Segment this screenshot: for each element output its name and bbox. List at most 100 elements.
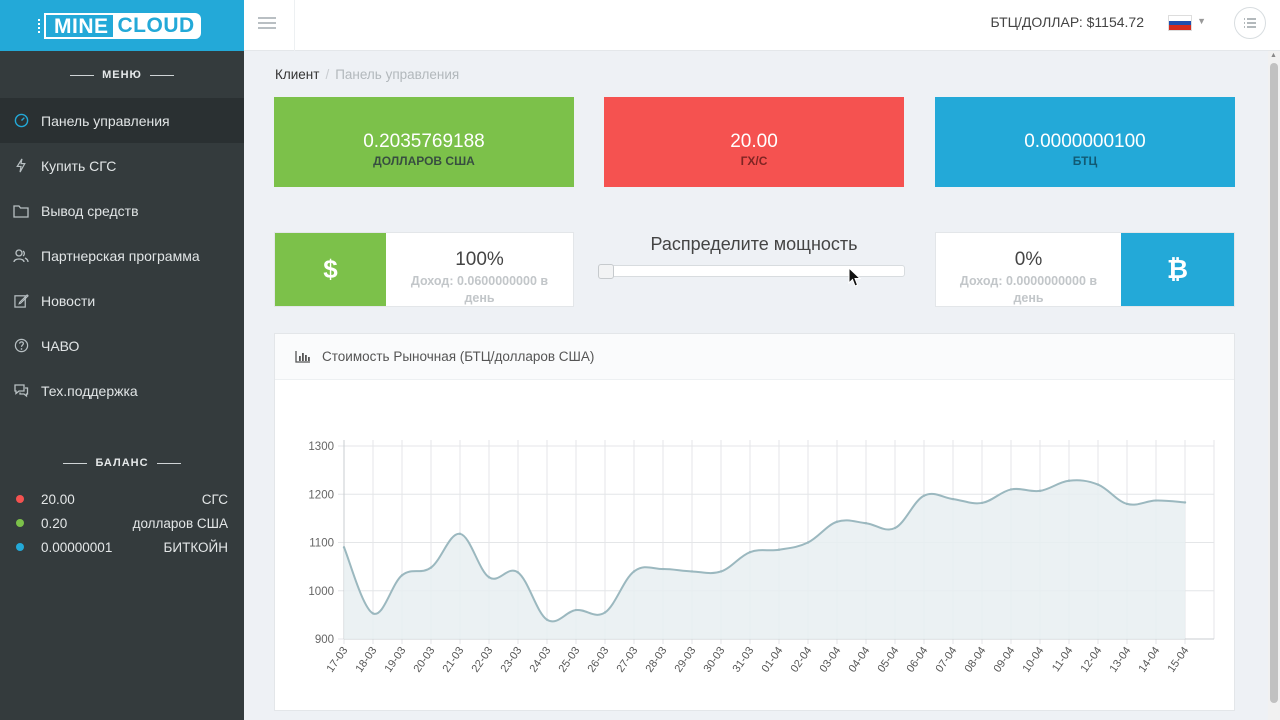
- slider-handle[interactable]: [598, 264, 614, 279]
- x-tick-label: 12-04: [1078, 645, 1104, 675]
- list-icon: [1244, 18, 1256, 28]
- usd-balance-tile: 0.2035769188 ДОЛЛАРОВ США: [274, 97, 574, 187]
- hashrate-value: 20.00: [730, 131, 778, 152]
- status-dot: [16, 543, 24, 551]
- data-point: [1009, 488, 1013, 491]
- chat-icon: [13, 383, 29, 399]
- scrollbar-thumb[interactable]: [1270, 63, 1278, 703]
- data-point: [922, 494, 926, 497]
- distribute-power-title: Распределите мощность: [650, 234, 858, 254]
- chevron-down-icon[interactable]: ▼: [1197, 16, 1206, 26]
- x-tick-label: 06-04: [904, 645, 930, 675]
- data-point: [951, 497, 955, 501]
- price-area: [344, 480, 1185, 639]
- btc-balance-tile: 0.0000000100 БТЦ: [935, 97, 1235, 187]
- x-tick-label: 17-03: [324, 645, 350, 675]
- sidebar-item-label: Панель управления: [41, 112, 170, 129]
- data-point: [487, 576, 491, 579]
- x-tick-label: 22-03: [469, 645, 495, 675]
- sidebar-menu: Панель управления Купить СГС Вывод средс…: [0, 98, 244, 413]
- x-tick-label: 26-03: [585, 645, 611, 675]
- usd-allocation-card: $ 100% Доход: 0.0600000000 в день: [274, 232, 574, 307]
- y-tick-label: 900: [315, 634, 334, 646]
- data-point: [777, 548, 781, 551]
- page-scrollbar[interactable]: ▲: [1268, 51, 1280, 720]
- data-point: [719, 570, 723, 573]
- sidebar-item-label: Вывод средств: [41, 202, 139, 219]
- data-point: [980, 501, 984, 505]
- usd-income: Доход: 0.0600000000 в день: [410, 274, 549, 305]
- sidebar-item-label: Купить СГС: [41, 157, 117, 174]
- data-point: [835, 520, 839, 523]
- x-tick-label: 10-04: [1020, 645, 1046, 675]
- hashrate-label: ГХ/С: [740, 154, 768, 168]
- x-tick-label: 07-04: [933, 645, 959, 675]
- status-dot: [16, 519, 24, 527]
- sidebar-item-news[interactable]: Новости: [0, 278, 244, 323]
- mouse-cursor-icon: [848, 267, 862, 287]
- price-chart: 900100011001200130017-03 18-03 19-03 20-03 2…: [308, 440, 1215, 675]
- x-tick-label: 15-04: [1165, 645, 1191, 675]
- sidebar-item-buy-sgs[interactable]: Купить СГС: [0, 143, 244, 188]
- btc-income: Доход: 0.0000000000 в день: [959, 274, 1098, 305]
- data-point: [1038, 489, 1042, 493]
- sidebar-item-faq[interactable]: ЧАВО: [0, 323, 244, 368]
- sidebar-item-label: Тех.поддержка: [41, 382, 138, 399]
- btc-balance-label: БТЦ: [1072, 154, 1098, 168]
- sidebar-item-dashboard[interactable]: Панель управления: [0, 98, 244, 143]
- data-point: [342, 546, 346, 549]
- x-tick-label: 14-04: [1136, 645, 1162, 675]
- y-tick-label: 1200: [308, 489, 334, 501]
- folder-icon: [13, 203, 29, 219]
- logo[interactable]: MINE CLOUD: [38, 12, 201, 39]
- x-tick-label: 21-03: [440, 645, 466, 675]
- breadcrumb-client[interactable]: Клиент: [275, 67, 319, 82]
- x-tick-label: 18-03: [353, 645, 379, 675]
- dollar-icon: $: [275, 233, 386, 306]
- x-tick-label: 28-03: [643, 645, 669, 675]
- data-point: [574, 608, 578, 612]
- data-point: [1183, 501, 1187, 504]
- logo-bar: MINE CLOUD: [0, 0, 244, 51]
- data-point: [545, 618, 549, 621]
- sidebar-item-support[interactable]: Тех.поддержка: [0, 368, 244, 413]
- russia-flag-icon[interactable]: [1168, 15, 1192, 31]
- data-point: [458, 532, 462, 536]
- x-tick-label: 25-03: [556, 645, 582, 675]
- data-point: [661, 567, 665, 571]
- data-point: [748, 550, 752, 554]
- data-point: [1154, 499, 1158, 502]
- sidebar-item-label: ЧАВО: [41, 337, 80, 354]
- sidebar-item-withdraw[interactable]: Вывод средств: [0, 188, 244, 233]
- question-icon: [13, 338, 29, 354]
- usd-balance-value: 0.2035769188: [363, 131, 485, 152]
- data-point: [429, 566, 433, 569]
- usd-allocation-percent: 100%: [455, 249, 504, 270]
- sidebar: MINE CLOUD МЕНЮ Панель управления Купить…: [0, 0, 244, 720]
- x-tick-label: 30-03: [701, 645, 727, 675]
- x-tick-label: 03-04: [817, 645, 843, 675]
- data-point: [603, 611, 607, 614]
- bolt-icon: [13, 158, 29, 174]
- balance-title: БАЛАНС: [0, 456, 244, 470]
- logo-mine: MINE: [38, 12, 113, 39]
- data-point: [516, 571, 520, 574]
- x-tick-label: 31-03: [730, 645, 756, 675]
- market-price-chart-panel: Стоимость Рыночная (БТЦ/долларов США) 90…: [274, 333, 1235, 711]
- sidebar-item-affiliate[interactable]: Партнерская программа: [0, 233, 244, 278]
- breadcrumb: Клиент / Панель управления: [275, 67, 460, 82]
- dashboard-icon: [13, 113, 29, 129]
- x-tick-label: 04-04: [846, 645, 872, 675]
- menu-toggle-icon[interactable]: [258, 15, 276, 31]
- edit-icon: [13, 293, 29, 309]
- menu-title: МЕНЮ: [0, 68, 244, 82]
- balance-row-usd: 0.20 долларов США: [16, 511, 228, 535]
- sidebar-item-label: Новости: [41, 292, 96, 309]
- breadcrumb-current: Панель управления: [335, 67, 460, 82]
- logo-cloud: CLOUD: [112, 12, 201, 39]
- status-dot: [16, 495, 24, 503]
- chart-title: Стоимость Рыночная (БТЦ/долларов США): [322, 349, 595, 364]
- user-menu-button[interactable]: [1234, 7, 1266, 39]
- btc-balance-value: 0.0000000100: [1024, 131, 1146, 152]
- data-point: [632, 570, 636, 573]
